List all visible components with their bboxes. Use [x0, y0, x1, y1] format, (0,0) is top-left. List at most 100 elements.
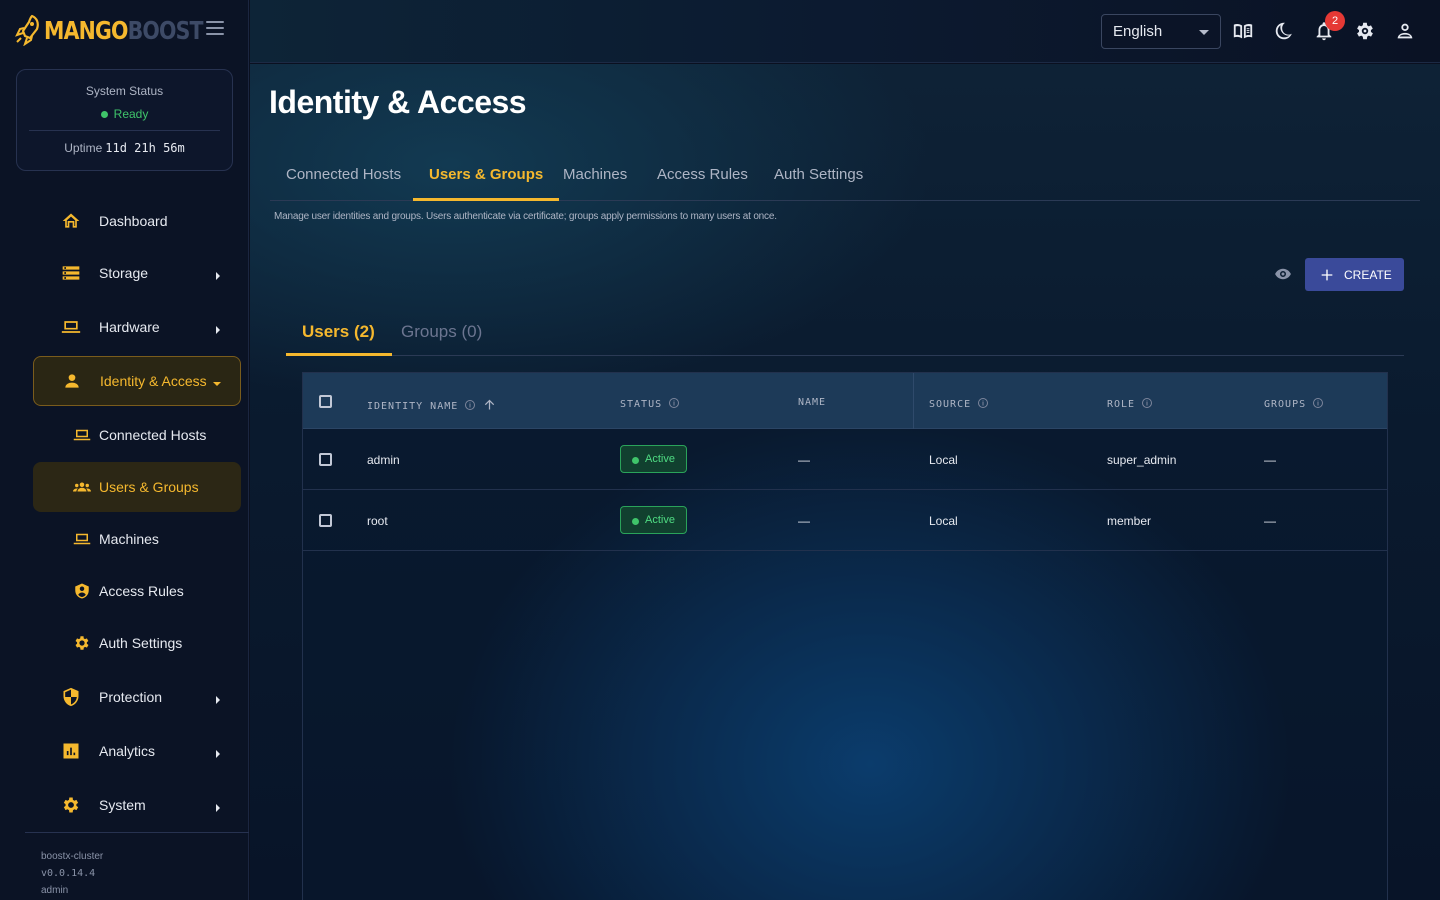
tab-auth-settings[interactable]: Auth Settings: [774, 162, 863, 200]
column-header-label: STATUS: [620, 399, 663, 410]
plus-icon: [1321, 269, 1333, 280]
chevron-right-icon: [213, 268, 223, 280]
sidebar-item-storage[interactable]: Storage: [33, 248, 241, 298]
sidebar-item-system[interactable]: System: [33, 780, 241, 830]
sidebar-item-label: Connected Hosts: [99, 427, 207, 443]
column-header-name[interactable]: NAME: [798, 397, 826, 408]
column-header-label: ROLE: [1107, 399, 1136, 410]
gear-icon: [61, 795, 81, 815]
sidebar: MANGOBOOST System Status Ready Uptime 11d…: [0, 0, 249, 900]
sidebar-item-protection[interactable]: Protection: [33, 672, 241, 722]
status-dot-icon: [632, 518, 639, 525]
cell-role: super_admin: [1107, 453, 1177, 467]
table-row[interactable]: admin Active — Local super_admin —: [303, 429, 1387, 490]
sidebar-item-identity-access[interactable]: Identity & Access: [33, 356, 241, 406]
tab-users-groups-label: Users & Groups: [429, 166, 544, 183]
create-button-label: CREATE: [1344, 267, 1392, 282]
active-tab-indicator: [413, 198, 560, 201]
status-badge: Active: [620, 506, 687, 534]
sidebar-item-access-rules[interactable]: Access Rules: [33, 566, 241, 616]
subtab-groups[interactable]: Groups (0): [401, 322, 482, 342]
laptop-icon: [61, 317, 81, 337]
sidebar-item-label: Protection: [99, 689, 163, 705]
status-dot-icon: [100, 110, 108, 118]
dark-mode-moon-icon[interactable]: [1273, 20, 1295, 42]
system-status-title: System Status: [85, 84, 164, 98]
account-person-icon[interactable]: [1394, 20, 1416, 42]
status-badge-label: Active: [645, 514, 675, 526]
chevron-down-icon: [212, 376, 222, 386]
column-header-role[interactable]: ROLE: [1107, 397, 1153, 412]
create-button[interactable]: CREATE: [1305, 258, 1404, 291]
status-badge: Active: [620, 445, 687, 473]
sort-ascending-icon[interactable]: [482, 397, 497, 415]
sidebar-item-machines[interactable]: Machines: [33, 514, 241, 564]
column-header-label: GROUPS: [1264, 399, 1307, 410]
sidebar-item-hardware[interactable]: Hardware: [33, 302, 241, 352]
status-badge-label: Active: [645, 453, 675, 465]
sidebar-item-users-groups[interactable]: Users & Groups: [33, 462, 241, 512]
select-all-checkbox[interactable]: [319, 395, 332, 408]
tab-users-groups[interactable]: Users & Groups: [413, 162, 560, 201]
main-content: Identity & Access Connected Hosts Users …: [250, 64, 1440, 900]
tab-machines[interactable]: Machines: [563, 162, 627, 200]
uptime: Uptime 11d 21h 56m: [17, 141, 232, 155]
uptime-label: Uptime: [64, 141, 103, 155]
cluster-name: boostx-cluster: [41, 851, 104, 862]
column-divider: [913, 373, 914, 429]
tab-connected-hosts[interactable]: Connected Hosts: [286, 162, 401, 200]
brand-name: MANGOBOOST: [44, 16, 204, 45]
menu-toggle-icon[interactable]: [206, 21, 224, 39]
column-header-groups[interactable]: GROUPS: [1264, 397, 1324, 412]
uptime-value: 11d 21h 56m: [105, 141, 185, 155]
column-header-identity-name[interactable]: IDENTITY NAME: [367, 397, 497, 415]
column-header-status[interactable]: STATUS: [620, 397, 680, 412]
analytics-icon: [61, 741, 81, 761]
info-icon[interactable]: [977, 397, 989, 412]
cell-identity-name: admin: [367, 453, 400, 467]
sidebar-item-label: Storage: [99, 265, 149, 281]
row-checkbox[interactable]: [319, 514, 332, 527]
subtab-users[interactable]: Users (2): [286, 322, 392, 356]
table-row[interactable]: root Active — Local member —: [303, 490, 1387, 551]
column-header-label: NAME: [798, 397, 827, 408]
sidebar-item-label: Analytics: [99, 743, 156, 759]
visibility-eye-icon[interactable]: [1274, 265, 1294, 285]
language-select-value: English: [1113, 23, 1163, 40]
cell-source: Local: [929, 514, 958, 528]
top-bar: English 2: [250, 0, 1440, 63]
docs-book-icon[interactable]: [1232, 20, 1254, 42]
settings-gear-icon[interactable]: [1354, 20, 1376, 42]
sidebar-item-label: Access Rules: [99, 583, 184, 599]
home-icon: [61, 211, 81, 231]
sidebar-item-analytics[interactable]: Analytics: [33, 726, 241, 776]
language-select[interactable]: English: [1101, 14, 1221, 49]
sidebar-item-label: Users & Groups: [99, 479, 199, 495]
storage-icon: [61, 263, 81, 283]
brand[interactable]: MANGOBOOST: [14, 12, 239, 48]
column-header-label: SOURCE: [929, 399, 972, 410]
info-icon[interactable]: [668, 397, 680, 412]
sidebar-item-label: Dashboard: [99, 213, 168, 229]
laptop-icon: [73, 426, 91, 444]
group-icon: [73, 478, 91, 496]
column-header-source[interactable]: SOURCE: [929, 397, 989, 412]
current-user: admin: [41, 885, 69, 896]
row-checkbox[interactable]: [319, 453, 332, 466]
sidebar-item-auth-settings[interactable]: Auth Settings: [33, 618, 241, 668]
system-status-state-label: Ready: [113, 107, 149, 121]
sidebar-item-connected-hosts[interactable]: Connected Hosts: [33, 410, 241, 460]
info-icon[interactable]: [1141, 397, 1153, 412]
status-divider: [29, 130, 220, 131]
chevron-right-icon: [213, 800, 223, 812]
info-icon[interactable]: [464, 399, 476, 414]
sidebar-item-dashboard[interactable]: Dashboard: [33, 196, 241, 246]
caret-down-icon: [1199, 30, 1209, 35]
cell-role: member: [1107, 514, 1152, 528]
cell-name: —: [798, 453, 810, 467]
cell-identity-name: root: [367, 514, 388, 528]
tab-access-rules[interactable]: Access Rules: [657, 162, 748, 200]
cell-name: —: [798, 514, 810, 528]
table-header: IDENTITY NAME STATUS NAME SOURCE ROLE GR…: [303, 373, 1387, 429]
info-icon[interactable]: [1312, 397, 1324, 412]
